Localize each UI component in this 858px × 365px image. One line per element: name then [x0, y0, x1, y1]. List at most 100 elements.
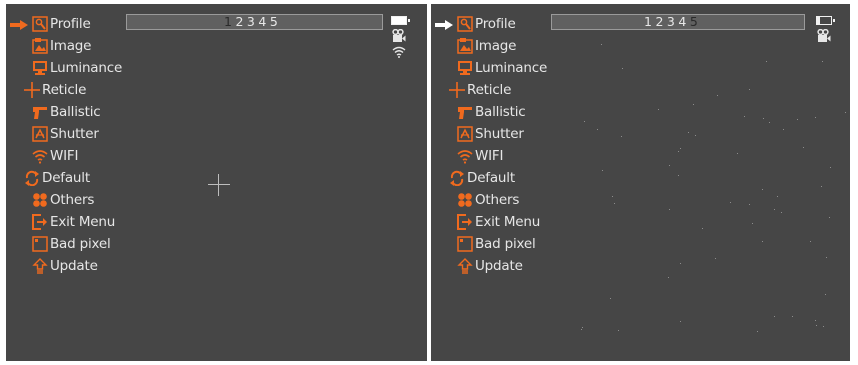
- noise-speck: [825, 257, 827, 259]
- menu-item-ballistic[interactable]: Ballistic: [32, 102, 101, 122]
- menu-item-ballistic[interactable]: Ballistic: [457, 102, 526, 122]
- noise-speck: [774, 316, 776, 318]
- noise-speck: [581, 329, 582, 331]
- noise-speck: [610, 297, 612, 299]
- menu-item-label: Default: [42, 170, 90, 186]
- noise-speck: [763, 117, 765, 119]
- noise-speck: [814, 116, 816, 118]
- noise-speck: [601, 44, 603, 46]
- menu-item-luminance[interactable]: Luminance: [457, 58, 547, 78]
- menu-item-shutter[interactable]: Shutter: [457, 124, 524, 144]
- profile-number-2[interactable]: 2: [655, 14, 664, 29]
- menu-item-label: Others: [50, 192, 95, 208]
- monitor-icon: [457, 60, 473, 76]
- menu-item-profile[interactable]: Profile: [32, 14, 91, 34]
- profile-number-4[interactable]: 4: [678, 14, 687, 29]
- menu-item-shutter[interactable]: Shutter: [32, 124, 99, 144]
- noise-speck: [802, 146, 804, 148]
- profile-number-5[interactable]: 5: [690, 14, 699, 29]
- image-icon: [457, 38, 473, 54]
- menu-item-label: Luminance: [50, 60, 123, 76]
- menu-item-bad-pixel[interactable]: Bad pixel: [32, 234, 111, 254]
- menu-item-wifi[interactable]: WIFI: [457, 146, 503, 166]
- menu-item-image[interactable]: Image: [457, 36, 516, 56]
- noise-speck: [596, 128, 598, 130]
- noise-speck: [782, 129, 784, 131]
- noise-speck: [821, 61, 823, 62]
- noise-speck: [781, 212, 783, 214]
- profile-numbers: 12345: [644, 14, 701, 29]
- profile-number-3[interactable]: 3: [247, 14, 256, 29]
- menu-item-label: Profile: [50, 16, 91, 32]
- profile-selector[interactable]: 12345: [551, 14, 805, 30]
- menu-item-others[interactable]: Others: [457, 190, 519, 210]
- menu-item-label: Update: [475, 258, 523, 274]
- others-icon: [32, 192, 48, 208]
- profile-number-4[interactable]: 4: [258, 14, 267, 29]
- menu-item-label: Shutter: [475, 126, 524, 142]
- menu-item-label: Image: [475, 38, 517, 54]
- menu-item-luminance[interactable]: Luminance: [32, 58, 122, 78]
- noise-speck: [717, 95, 719, 97]
- noise-speck: [581, 327, 583, 329]
- menu-item-default[interactable]: Default: [449, 168, 515, 188]
- menu-item-exit-menu[interactable]: Exit Menu: [457, 212, 540, 232]
- noise-speck: [751, 223, 753, 224]
- menu-item-wifi[interactable]: WIFI: [32, 146, 78, 166]
- menu-item-profile[interactable]: Profile: [457, 14, 516, 34]
- menu-item-label: WIFI: [475, 148, 504, 164]
- menu-item-others[interactable]: Others: [32, 190, 94, 210]
- shutter-icon: [32, 126, 48, 142]
- noise-speck: [692, 103, 694, 105]
- noise-speck: [797, 119, 799, 121]
- noise-speck: [677, 150, 679, 152]
- others-icon: [457, 192, 473, 208]
- menu-item-exit-menu[interactable]: Exit Menu: [32, 212, 115, 232]
- gun-icon: [457, 104, 473, 120]
- noise-speck: [744, 115, 746, 117]
- wrench-icon: [32, 16, 48, 32]
- menu-item-default[interactable]: Default: [24, 168, 90, 188]
- profile-number-2[interactable]: 2: [235, 14, 244, 29]
- menu-item-label: Shutter: [50, 126, 99, 142]
- menu-item-reticle[interactable]: Reticle: [24, 80, 86, 100]
- noise-speck: [815, 325, 817, 327]
- menu-item-label: Bad pixel: [475, 236, 536, 252]
- reticle-icon: [449, 82, 465, 98]
- menu-item-label: Image: [50, 38, 92, 54]
- noise-speck: [679, 147, 681, 149]
- profile-number-1[interactable]: 1: [644, 14, 653, 29]
- noise-speck: [829, 166, 831, 168]
- menu-item-label: Reticle: [467, 82, 512, 98]
- noise-speck: [757, 330, 759, 332]
- selection-arrow-icon: [10, 20, 28, 30]
- menu-item-label: WIFI: [50, 148, 79, 164]
- noise-speck: [736, 152, 738, 154]
- menu-item-bad-pixel[interactable]: Bad pixel: [457, 234, 536, 254]
- noise-speck: [668, 165, 670, 167]
- profile-selector[interactable]: 12345: [126, 14, 383, 30]
- profile-number-1[interactable]: 1: [224, 14, 233, 29]
- noise-speck: [617, 329, 619, 331]
- noise-speck: [825, 294, 827, 296]
- menu-item-image[interactable]: Image: [32, 36, 91, 56]
- bad-pixel-icon: [457, 236, 473, 252]
- menu-item-label: Update: [50, 258, 98, 274]
- reticle-crosshair: [208, 174, 230, 196]
- shutter-icon: [457, 126, 473, 142]
- wifi-icon: [32, 148, 48, 164]
- menu-item-reticle[interactable]: Reticle: [449, 80, 511, 100]
- noise-speck: [668, 277, 670, 279]
- menu-item-update[interactable]: Update: [457, 256, 523, 276]
- noise-speck: [621, 136, 623, 138]
- noise-speck: [815, 320, 817, 322]
- noise-speck: [774, 209, 776, 211]
- profile-number-5[interactable]: 5: [270, 14, 279, 29]
- profile-number-3[interactable]: 3: [667, 14, 676, 29]
- update-icon: [457, 258, 473, 274]
- noise-speck: [680, 321, 682, 323]
- noise-speck: [748, 88, 750, 90]
- menu-item-update[interactable]: Update: [32, 256, 98, 276]
- noise-speck: [669, 208, 671, 210]
- noise-speck: [702, 227, 704, 229]
